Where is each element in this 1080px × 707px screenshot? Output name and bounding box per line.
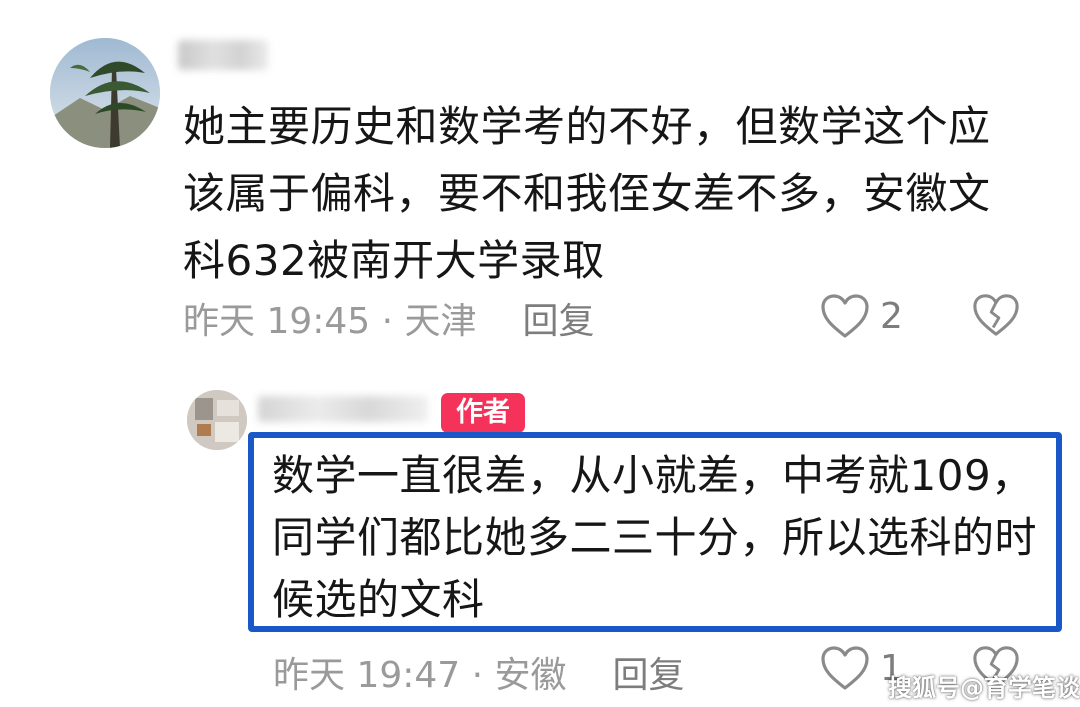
author-badge: 作者: [441, 393, 525, 433]
comment-text: 她主要历史和数学考的不好，但数学这个应该属于偏科，要不和我侄女差不多，安徽文科6…: [183, 102, 991, 285]
avatar-image: [187, 390, 247, 450]
avatar-image: [50, 38, 160, 148]
username-blurred[interactable]: [258, 396, 428, 422]
comment-meta: 昨天 19:45 · 天津 回复: [183, 292, 595, 344]
reply-text: 数学一直很差，从小就差，中考就109，同学们都比她多二三十分，所以选科的时候选的…: [272, 451, 1038, 624]
like-count: 2: [880, 295, 903, 337]
heart-icon: [820, 293, 870, 339]
reply-time-location: 昨天 19:47 · 安徽: [273, 655, 567, 696]
reply-button[interactable]: 回复: [613, 655, 685, 696]
dislike-button[interactable]: [972, 292, 1020, 338]
username-blurred[interactable]: [178, 40, 268, 70]
reply-meta: 昨天 19:47 · 安徽 回复: [273, 646, 685, 698]
broken-heart-icon: [972, 292, 1020, 338]
like-button[interactable]: 2: [820, 290, 903, 342]
comment-time-location: 昨天 19:45 · 天津: [183, 301, 477, 342]
heart-icon: [820, 645, 870, 691]
reply-button[interactable]: 回复: [523, 301, 595, 342]
author-avatar[interactable]: [187, 390, 247, 450]
watermark: 搜狐号@育学笔谈: [888, 674, 1080, 702]
avatar[interactable]: [50, 38, 160, 148]
